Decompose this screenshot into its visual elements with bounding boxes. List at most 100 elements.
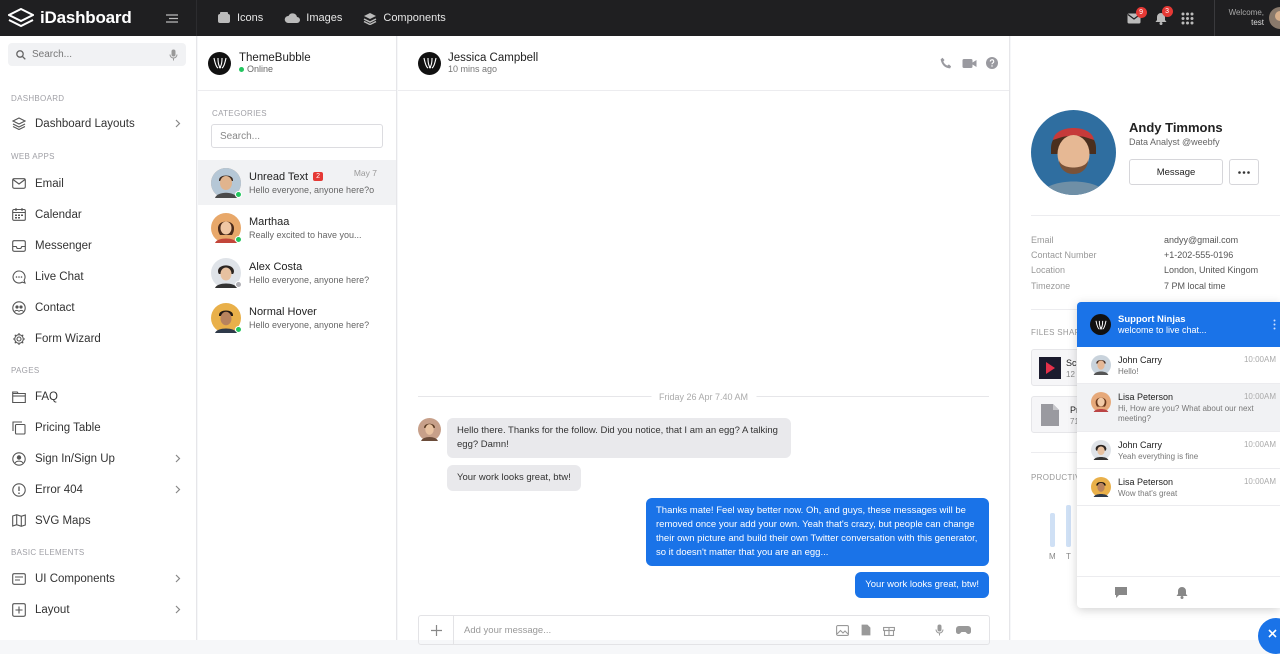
gamepad-icon[interactable] [956, 625, 971, 635]
online-dot [239, 66, 244, 72]
contact-name: Marthaa [249, 215, 290, 228]
file-icon[interactable] [861, 624, 871, 636]
widget-chat-item[interactable]: John Carry Hello! 10:00AM [1077, 347, 1280, 384]
info-value: andyy@gmail.com [1164, 235, 1239, 245]
sidebar-search[interactable]: Search... [8, 43, 186, 66]
mail-icon [11, 176, 27, 192]
more-vertical-icon[interactable] [1273, 319, 1276, 330]
sidebar-item-contact[interactable]: Contact [0, 292, 196, 323]
help-icon[interactable] [986, 57, 998, 69]
sidebar-item-calendar[interactable]: Calendar [0, 199, 196, 230]
more-horizontal-icon [1238, 170, 1250, 174]
sidebar-item-label: Live Chat [35, 270, 84, 283]
productivity-bar [1066, 505, 1071, 547]
file-name: Sc [1066, 358, 1077, 368]
mail-notifications[interactable]: 9 [1127, 6, 1147, 24]
microphone-icon[interactable] [935, 624, 944, 636]
widget-chat-item[interactable]: John Carry Yeah everything is fine 10:00A… [1077, 432, 1280, 469]
avatar [211, 212, 242, 243]
message-input[interactable]: Add your message... [464, 625, 824, 636]
contact-icon [11, 300, 27, 316]
topnav-components-label: Components [383, 12, 446, 24]
copy-icon [11, 420, 27, 436]
date-divider: Friday 26 Apr 7.40 AM [418, 392, 989, 402]
conversation-header: Jessica Campbell 10 mins ago [398, 36, 1009, 91]
avatar [1091, 355, 1111, 375]
info-row-timezone: Timezone 7 PM local time [1031, 281, 1280, 291]
contact-item[interactable]: Alex Costa Hello everyone, anyone here? [198, 250, 396, 295]
sidebar-item-label: FAQ [35, 390, 59, 403]
sidebar-item-label: Pricing Table [35, 421, 101, 434]
top-bar: iDashboard Icons Images Components 9 3 W… [0, 0, 1280, 36]
sidebar-item-dashboard-layouts[interactable]: Dashboard Layouts [0, 108, 196, 139]
sidebar-item-messenger[interactable]: Messenger [0, 230, 196, 261]
bell-notifications[interactable]: 3 [1155, 5, 1173, 25]
topnav-images-label: Images [306, 12, 343, 24]
status-dot [235, 280, 242, 288]
day-label: T [1066, 552, 1071, 561]
info-value: +1-202-555-0196 [1164, 250, 1234, 260]
contact-item[interactable]: Marthaa Really excited to have you... [198, 205, 396, 250]
message-button[interactable]: Message [1129, 159, 1223, 185]
phone-icon[interactable] [940, 57, 953, 70]
gift-icon[interactable] [883, 624, 895, 636]
sidebar-item-faq[interactable]: FAQ [0, 381, 196, 412]
info-value: 7 PM local time [1164, 281, 1226, 291]
sidebar-item-label: Contact [35, 301, 75, 314]
video-icon[interactable] [962, 58, 977, 69]
chat-time: 10:00AM [1243, 440, 1276, 449]
chat-message: Hi, How are you? What about our next mee… [1118, 404, 1254, 423]
chevron-right-icon [175, 574, 181, 583]
topnav-images[interactable]: Images [284, 12, 342, 24]
apps-launcher[interactable] [1181, 12, 1194, 25]
gear-icon [11, 331, 27, 347]
status-dot [235, 325, 242, 333]
message-bubble-in: Hello there. Thanks for the follow. Did … [447, 418, 791, 458]
sidebar-item-layout[interactable]: Layout [0, 594, 196, 625]
sidebar-item-pricing-table[interactable]: Pricing Table [0, 412, 196, 443]
info-key: Email [1031, 235, 1054, 245]
sidebar-item-sign-in[interactable]: Sign In/Sign Up [0, 443, 196, 474]
menu-toggle-icon[interactable] [166, 13, 178, 23]
more-options-button[interactable] [1229, 159, 1259, 185]
microphone-icon[interactable] [169, 49, 178, 61]
widget-footer [1077, 576, 1280, 608]
section-pages: PAGES [11, 366, 40, 375]
topnav-icons[interactable]: Icons [217, 12, 263, 24]
separator [1031, 215, 1280, 216]
sidebar-item-form-wizard[interactable]: Form Wizard [0, 323, 196, 354]
plus-icon [430, 624, 442, 636]
chat-owner-header: ThemeBubble Online [198, 36, 396, 91]
chat-name: Lisa Peterson [1118, 477, 1174, 487]
widget-chat-item[interactable]: Lisa Peterson Hi, How are you? What about… [1077, 384, 1280, 432]
sidebar-item-label: Error 404 [35, 483, 83, 496]
widget-chat-item[interactable]: Lisa Peterson Wow that's great 10:00AM [1077, 469, 1280, 506]
close-chat-button[interactable] [1258, 618, 1280, 654]
widget-title: Support Ninjas [1118, 314, 1186, 325]
topnav-components[interactable]: Components [363, 12, 446, 25]
sidebar-item-live-chat[interactable]: Live Chat [0, 261, 196, 292]
contact-preview: Hello everyone, anyone here?o [249, 184, 375, 195]
sidebar-item-email[interactable]: Email [0, 168, 196, 199]
chat-search-input[interactable]: Search... [211, 124, 383, 148]
widget-subtitle: welcome to live chat... [1118, 325, 1207, 335]
user-menu[interactable]: Welcome, test [1213, 0, 1280, 36]
message-icon[interactable] [1114, 586, 1128, 599]
info-value: London, United Kingom [1164, 265, 1259, 275]
contact-item[interactable]: Unread Text 2 Hello everyone, anyone here… [198, 160, 396, 205]
bell-icon[interactable] [1176, 586, 1188, 599]
info-row-email: Email andyy@gmail.com [1031, 235, 1280, 245]
sidebar-item-ui-components[interactable]: UI Components [0, 563, 196, 594]
sidebar-item-error-404[interactable]: Error 404 [0, 474, 196, 505]
status-dot [235, 235, 242, 243]
close-icon [1267, 628, 1277, 638]
sidebar-item-label: Form Wizard [35, 332, 101, 345]
welcome-text: Welcome, test [1229, 8, 1264, 28]
sidebar-item-svg-maps[interactable]: SVG Maps [0, 505, 196, 536]
info-key: Contact Number [1031, 250, 1097, 260]
image-icon[interactable] [836, 624, 849, 636]
chevron-right-icon [175, 605, 181, 614]
user-icon [11, 451, 27, 467]
contact-item[interactable]: Normal Hover Hello everyone, anyone here… [198, 295, 396, 340]
avatar [211, 167, 242, 198]
